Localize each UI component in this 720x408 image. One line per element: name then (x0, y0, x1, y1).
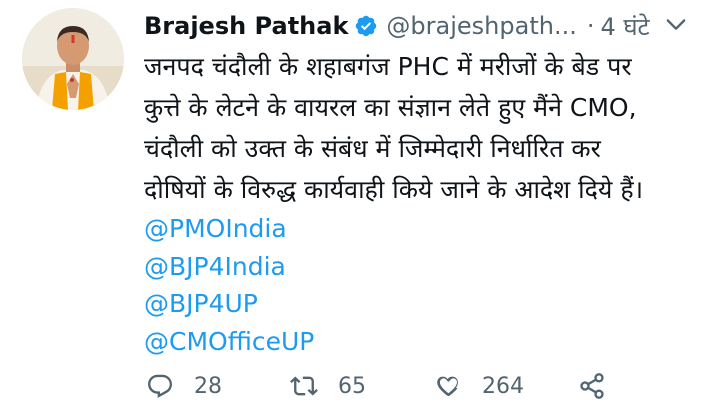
tweet-card: Brajesh Pathak @brajeshpath... · 4 घंटे … (0, 0, 720, 408)
retweet-icon (290, 376, 318, 396)
tweet-timestamp[interactable]: 4 घंटे (600, 10, 649, 43)
retweet-count: 65 (338, 373, 366, 399)
author-handle[interactable]: @brajeshpath... (386, 12, 576, 40)
mention-link-cmofficeup[interactable]: @CMOfficeUP (144, 323, 704, 361)
avatar[interactable] (22, 8, 124, 110)
like-button[interactable]: 264 (434, 372, 578, 400)
tweet-text-line: जनपद चंदौली के शहाबगंज PHC में मरीजों के… (144, 52, 632, 81)
mention-link-pmoindia[interactable]: @PMOIndia (144, 210, 704, 248)
mention-link-bjp4india[interactable]: @BJP4India (144, 248, 704, 286)
avatar-image (22, 8, 124, 110)
like-count: 264 (482, 373, 524, 399)
reply-icon (148, 374, 172, 398)
mention-link-bjp4up[interactable]: @BJP4UP (144, 285, 704, 323)
heart-icon (437, 376, 458, 397)
reply-button[interactable]: 28 (146, 372, 290, 400)
tweet-header: Brajesh Pathak @brajeshpath... · 4 घंटे (144, 8, 710, 44)
tweet-text-line: कुत्ते के लेटने के वायरल का संज्ञान लेते… (144, 93, 637, 122)
author-display-name[interactable]: Brajesh Pathak (144, 12, 348, 40)
verified-badge-icon (356, 15, 377, 37)
retweet-button[interactable]: 65 (290, 372, 434, 400)
tweet-text-line: चंदौली को उक्त के संबंध में जिम्मेदारी न… (144, 134, 601, 163)
tweet-text-line: दोषियों के विरुद्ध कार्यवाही किये जाने क… (144, 175, 644, 204)
header-separator: · (586, 12, 595, 40)
share-button[interactable] (578, 372, 606, 400)
tweet-text: जनपद चंदौली के शहाबगंज PHC में मरीजों के… (144, 46, 704, 360)
tweet-actions: 28 65 264 (146, 366, 706, 406)
share-icon (580, 373, 604, 399)
reply-count: 28 (194, 373, 222, 399)
more-chevron-icon[interactable] (662, 10, 690, 38)
